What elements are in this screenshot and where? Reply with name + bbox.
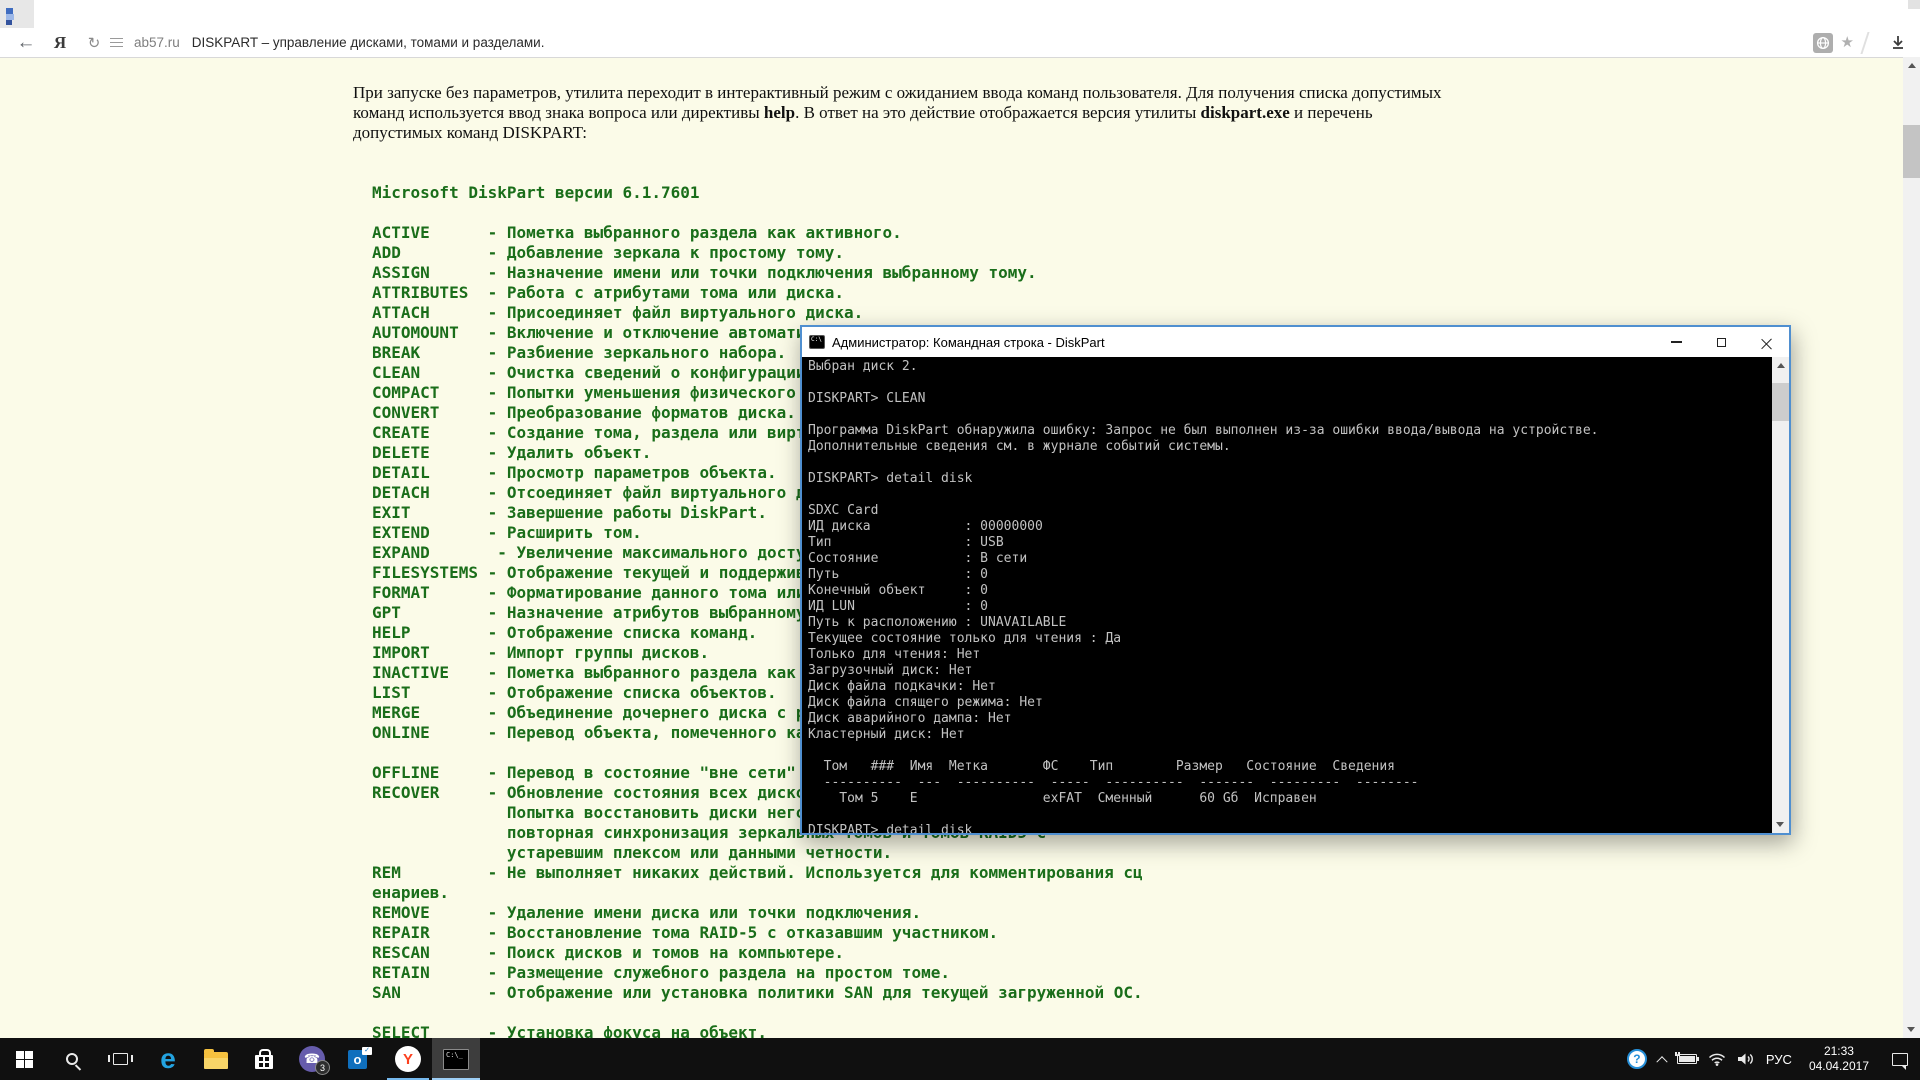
minimize-button[interactable] xyxy=(1654,327,1699,357)
yandex-logo-icon: Я xyxy=(53,32,67,52)
console-title-bar[interactable]: C:\ Администратор: Командная строка - Di… xyxy=(802,327,1789,357)
start-button[interactable] xyxy=(0,1038,48,1080)
page-scrollbar[interactable] xyxy=(1903,57,1920,1038)
minimize-icon xyxy=(1671,341,1682,343)
console-window-title: Администратор: Командная строка - DiskPa… xyxy=(832,334,1105,350)
taskbar-clock[interactable]: 21:33 04.04.2017 xyxy=(1809,1044,1869,1074)
task-view-button[interactable] xyxy=(96,1038,144,1080)
address-bar-divider xyxy=(1860,31,1870,54)
bookmark-star-button[interactable]: ★ xyxy=(1841,33,1854,53)
console-output-area[interactable]: Выбран диск 2. DISKPART> CLEAN Программа… xyxy=(802,357,1789,833)
paragraph-line-1: При запуске без параметров, утилита пере… xyxy=(353,83,1442,102)
reader-mode-icon xyxy=(110,37,123,40)
tab-bar-right-corner xyxy=(1908,0,1920,9)
clock-time: 21:33 xyxy=(1823,1044,1854,1058)
taskbar-search-button[interactable] xyxy=(48,1038,96,1080)
scroll-down-arrow-icon[interactable] xyxy=(1907,1027,1915,1032)
windows-logo-icon xyxy=(15,1050,33,1068)
console-scroll-down-icon[interactable] xyxy=(1776,822,1784,827)
action-center-icon[interactable] xyxy=(1892,1052,1908,1070)
viber-notification-badge: 3 xyxy=(315,1060,330,1075)
console-scroll-up-icon[interactable] xyxy=(1776,363,1785,368)
taskbar-explorer-button[interactable] xyxy=(192,1038,240,1080)
close-button[interactable] xyxy=(1744,327,1789,357)
taskbar-viber-button[interactable]: ☎ 3 xyxy=(288,1038,336,1080)
yandex-home-button[interactable]: Я xyxy=(50,33,70,53)
taskbar-edge-button[interactable]: e xyxy=(144,1038,192,1080)
language-indicator[interactable]: РУС xyxy=(1766,1052,1792,1067)
outlook-envelope-icon: ✓ xyxy=(362,1047,372,1055)
taskbar-store-button[interactable] xyxy=(240,1038,288,1080)
maximize-icon xyxy=(1717,337,1726,347)
help-tray-icon[interactable]: ? xyxy=(1626,1049,1647,1069)
outlook-icon: o ✓ xyxy=(348,1047,372,1071)
battery-icon[interactable] xyxy=(1674,1052,1699,1064)
downloads-button[interactable] xyxy=(1890,35,1906,51)
refresh-icon: ↻ xyxy=(87,34,101,52)
paragraph-line-3: допустимых команд DISKPART: xyxy=(353,123,587,142)
address-bar-domain[interactable]: ab57.ru xyxy=(134,35,180,50)
maximize-button[interactable] xyxy=(1699,327,1744,357)
console-scrollbar-thumb[interactable] xyxy=(1772,383,1789,421)
site-permissions-button[interactable] xyxy=(1812,32,1833,53)
browser-toolbar: ← Я ↻ ab57.ru DISKPART – управление диск… xyxy=(0,28,1920,58)
windows-taskbar: e ☎ 3 o ✓ Y C:\_ ? РУС 21:33 04.04.2017 xyxy=(0,1038,1920,1080)
taskbar-cmd-button[interactable]: C:\_ xyxy=(432,1038,480,1080)
viber-icon: ☎ 3 xyxy=(299,1046,330,1075)
pinned-tab-favicon-fragment[interactable] xyxy=(6,8,14,25)
download-icon xyxy=(1893,36,1903,49)
volume-icon[interactable] xyxy=(1737,1052,1755,1066)
file-explorer-icon xyxy=(204,1049,228,1069)
paragraph-line-2: команд используется ввод знака вопроса и… xyxy=(353,103,1373,122)
taskbar-yandex-browser-button[interactable]: Y xyxy=(384,1038,432,1080)
command-prompt-icon: C:\_ xyxy=(443,1048,469,1070)
favicon-fragment-bottom xyxy=(6,20,12,25)
back-arrow-icon: ← xyxy=(16,31,36,53)
command-prompt-window: C:\ Администратор: Командная строка - Di… xyxy=(800,325,1791,835)
refresh-button[interactable]: ↻ xyxy=(86,34,102,52)
task-view-icon xyxy=(107,1053,133,1065)
globe-icon xyxy=(1816,36,1829,49)
system-tray: ? РУС 21:33 04.04.2017 xyxy=(1626,1038,1920,1080)
edge-icon: e xyxy=(160,1043,176,1074)
show-hidden-icons-chevron[interactable] xyxy=(1656,1056,1668,1068)
back-button[interactable]: ← xyxy=(14,29,38,57)
scroll-up-arrow-icon[interactable] xyxy=(1907,63,1916,68)
console-scrollbar[interactable] xyxy=(1772,357,1789,833)
console-output-text: Выбран диск 2. DISKPART> CLEAN Программа… xyxy=(808,359,1599,833)
address-bar-page-title[interactable]: DISKPART – управление дисками, томами и … xyxy=(192,35,545,50)
taskbar-outlook-button[interactable]: o ✓ xyxy=(336,1038,384,1080)
page-scrollbar-thumb[interactable] xyxy=(1903,125,1920,178)
close-icon xyxy=(1761,337,1772,348)
tab-bar xyxy=(0,0,1920,28)
cmd-window-icon: C:\ xyxy=(809,335,825,349)
wifi-icon[interactable] xyxy=(1708,1052,1726,1066)
search-icon xyxy=(66,1053,78,1065)
intro-paragraph: При запуске без параметров, утилита пере… xyxy=(353,83,1613,143)
clock-date: 04.04.2017 xyxy=(1808,1059,1869,1073)
yandex-browser-icon: Y xyxy=(395,1046,421,1072)
microsoft-store-icon xyxy=(255,1048,273,1069)
reader-mode-button[interactable] xyxy=(110,37,124,49)
